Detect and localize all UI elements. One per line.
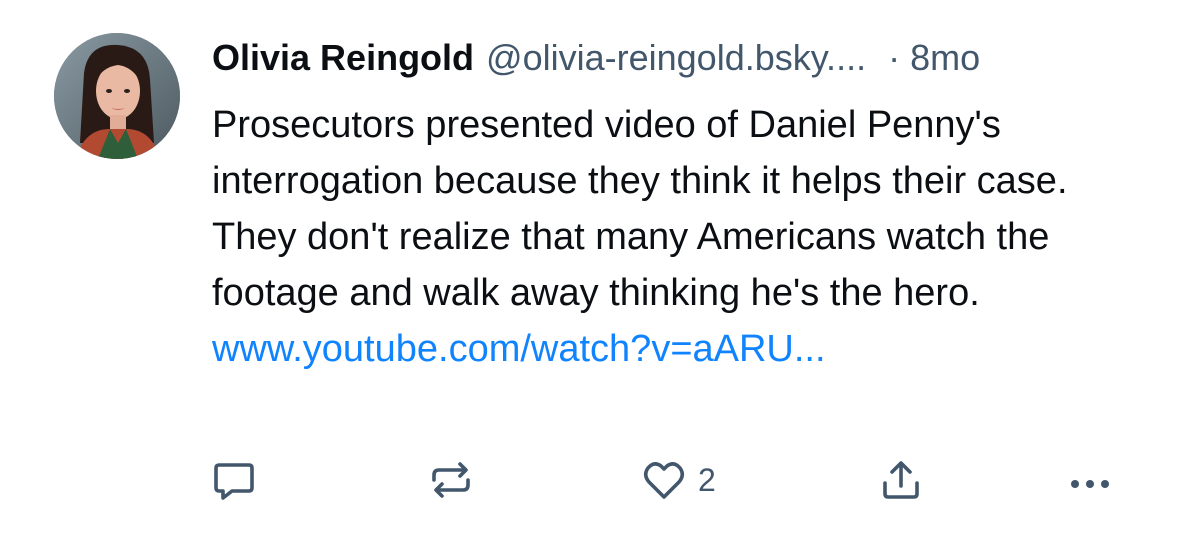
post-text: Prosecutors presented video of Daniel Pe… — [212, 97, 1142, 377]
repost-button[interactable] — [427, 452, 475, 508]
post-header: Olivia Reingold @olivia-reingold.bsky...… — [212, 36, 980, 80]
post-text-content: Prosecutors presented video of Daniel Pe… — [212, 104, 1068, 314]
reply-button[interactable] — [210, 452, 258, 508]
share-button[interactable] — [877, 452, 925, 508]
author-name[interactable]: Olivia Reingold — [212, 36, 474, 80]
heart-icon — [643, 462, 685, 499]
avatar[interactable] — [54, 33, 180, 159]
post-actions: 2 — [0, 452, 1179, 508]
like-count: 2 — [698, 461, 716, 498]
post[interactable]: Olivia Reingold @olivia-reingold.bsky...… — [0, 0, 1179, 542]
separator-dot: · — [888, 37, 901, 78]
post-timestamp[interactable]: 8mo — [910, 36, 980, 80]
like-button[interactable]: 2 — [640, 452, 716, 508]
repost-icon — [432, 462, 470, 498]
post-link[interactable]: www.youtube.com/watch?v=aARU... — [212, 328, 826, 370]
avatar-image — [54, 33, 180, 159]
share-icon — [883, 461, 919, 499]
reply-icon — [214, 463, 254, 500]
more-button[interactable] — [1066, 452, 1114, 508]
more-icon — [1071, 480, 1109, 488]
author-handle[interactable]: @olivia-reingold.bsky.... — [486, 36, 866, 80]
